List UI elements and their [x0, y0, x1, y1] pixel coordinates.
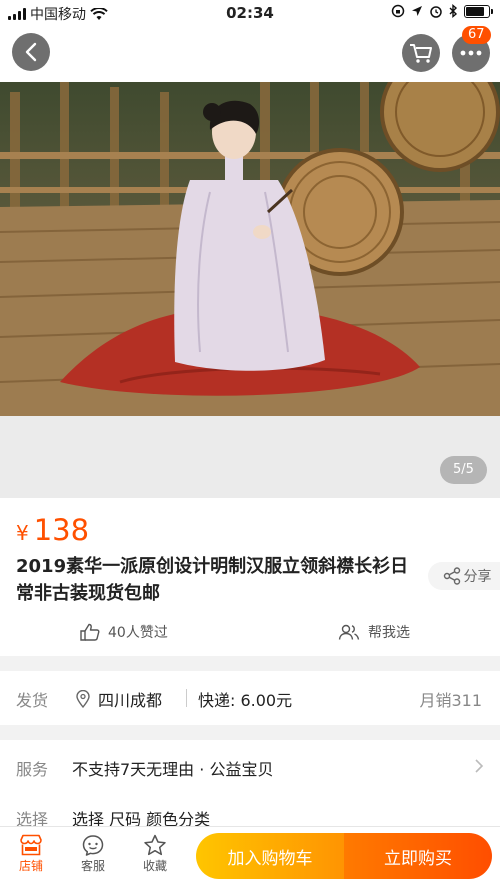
store-label: 店铺	[18, 859, 43, 873]
star-icon	[144, 834, 166, 856]
chevron-right-icon	[475, 759, 484, 773]
thumbs-up-icon	[80, 623, 100, 641]
share-label: 分享	[463, 569, 492, 585]
price-value: 138	[33, 513, 90, 547]
location-text: 四川成都	[98, 691, 163, 710]
price: ¥ 138	[16, 513, 89, 547]
chat-face-icon	[82, 835, 104, 856]
location-icon	[412, 6, 422, 16]
share-button[interactable]: 分享	[428, 562, 500, 590]
favorite-label: 收藏	[142, 859, 167, 873]
shipping-label: 发货	[16, 691, 49, 710]
screen-lock-icon	[391, 4, 405, 18]
cart-button[interactable]	[402, 34, 440, 72]
more-dots-icon	[460, 50, 482, 56]
people-icon	[338, 624, 360, 640]
product-title: 2019素华一派原创设计明制汉服立领斜襟长衫日常非古装现货包邮	[16, 556, 409, 604]
location-pin-icon	[76, 690, 90, 708]
currency-symbol: ¥	[16, 521, 29, 545]
service-value: 不支持7天无理由 · 公益宝贝	[72, 760, 274, 779]
bluetooth-icon	[449, 4, 458, 18]
customer-service-tab[interactable]: 客服	[68, 833, 118, 874]
alarm-icon	[430, 6, 442, 18]
status-bar: 中国移动 02:34	[0, 0, 500, 26]
likes-label: 40人赞过	[108, 625, 168, 641]
like-button[interactable]: 40人赞过	[80, 622, 168, 642]
product-photo[interactable]	[0, 82, 500, 416]
message-count-badge: 67	[462, 26, 491, 44]
shipping-row: 发货 四川成都 快递: 6.00元 月销311	[0, 671, 500, 725]
cart-icon	[410, 44, 432, 63]
battery-icon	[464, 4, 493, 18]
shipping-fee: 快递: 6.00元	[198, 691, 293, 710]
service-tab-label: 客服	[80, 859, 105, 873]
favorite-tab[interactable]: 收藏	[130, 833, 180, 874]
product-info-card: ¥ 138 2019素华一派原创设计明制汉服立领斜襟长衫日常非古装现货包邮 分享…	[0, 498, 500, 656]
divider	[186, 689, 187, 707]
gallery-page-indicator: 5/5	[440, 456, 487, 484]
shipping-location: 四川成都	[76, 687, 162, 711]
product-gallery[interactable]: 5/5	[0, 82, 500, 498]
service-label: 服务	[16, 760, 49, 779]
nav-bar: 67	[0, 26, 500, 82]
chevron-left-icon	[25, 42, 37, 62]
back-button[interactable]	[12, 33, 50, 71]
add-to-cart-button[interactable]: 加入购物车	[196, 833, 344, 879]
buy-now-button[interactable]: 立即购买	[344, 833, 492, 879]
bottom-action-bar: 店铺 客服 收藏 加入购物车 立即购买	[0, 826, 500, 889]
service-row[interactable]: 服务 不支持7天无理由 · 公益宝贝	[0, 740, 500, 794]
store-icon	[20, 834, 42, 856]
help-me-choose-button[interactable]: 帮我选	[338, 622, 410, 642]
share-icon	[443, 567, 460, 585]
monthly-sales: 月销311	[419, 691, 482, 710]
status-right	[391, 4, 493, 18]
help-label: 帮我选	[368, 625, 410, 641]
store-tab[interactable]: 店铺	[6, 833, 56, 874]
